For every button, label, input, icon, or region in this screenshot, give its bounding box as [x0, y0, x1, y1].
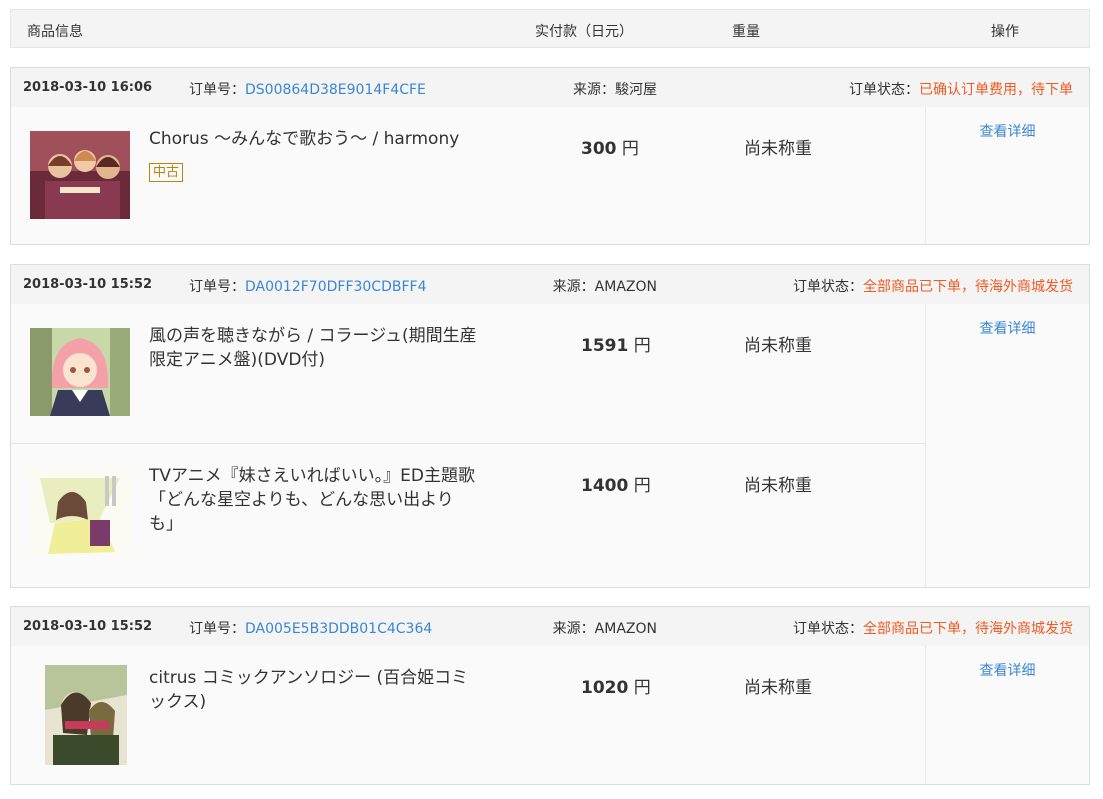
- order-status: 订单状态：全部商品已下单，待海外商城发货: [793, 618, 1073, 638]
- currency-label: 円: [633, 476, 651, 496]
- operation-column: 查看详细: [925, 304, 1089, 587]
- status-value: 全部商品已下单，待海外商城发货: [863, 621, 1073, 637]
- order-number-link[interactable]: DA005E5B3DDB01C4C364: [245, 621, 432, 637]
- product-image[interactable]: [30, 328, 130, 416]
- view-detail-link[interactable]: 查看详细: [926, 660, 1089, 680]
- list-item: TVアニメ『妹さえいればいい。』ED主題歌「どんな星空よりも、どんな思い出よりも…: [11, 443, 926, 582]
- order-number-label: 订单号：: [189, 82, 245, 98]
- list-item: 風の声を聴きながら / コラージュ(期間生産限定アニメ盤)(DVD付) 1591…: [11, 304, 926, 443]
- order-date: 2018-03-10 16:06: [23, 80, 153, 95]
- item-price: 300 円: [581, 134, 639, 159]
- item-price: 1400 円: [581, 471, 651, 496]
- table-header: 商品信息 实付款（日元） 重量 操作: [10, 9, 1090, 48]
- price-value: 1591: [581, 336, 629, 356]
- order-header: 2018-03-10 15:52 订单号：DA0012F70DFF30CDBFF…: [11, 265, 1089, 304]
- order-number-field: 订单号：DA005E5B3DDB01C4C364: [189, 618, 432, 638]
- order-body: citrus コミックアンソロジー (百合姫コミックス) 1020 円 尚未称重…: [11, 646, 1089, 784]
- condition-badge: 中古: [149, 163, 184, 182]
- order-body: Chorus ～みんなで歌おう～ / harmony 中古 300 円 尚未称重…: [11, 107, 1089, 244]
- product-image[interactable]: [45, 665, 127, 765]
- order-number-link[interactable]: DA0012F70DFF30CDBFF4: [245, 279, 426, 295]
- order-card: 2018-03-10 16:06 订单号：DS00864D38E9014F4CF…: [10, 67, 1090, 245]
- order-card: 2018-03-10 15:52 订单号：DA005E5B3DDB01C4C36…: [10, 606, 1090, 785]
- product-title[interactable]: 風の声を聴きながら / コラージュ(期間生産限定アニメ盤)(DVD付): [149, 324, 479, 372]
- order-body: 風の声を聴きながら / コラージュ(期間生産限定アニメ盤)(DVD付) 1591…: [11, 304, 1089, 587]
- source-value: AMAZON: [594, 621, 657, 637]
- source-value: 駿河屋: [615, 82, 657, 98]
- product-image[interactable]: [30, 131, 130, 219]
- status-label: 订单状态：: [849, 82, 919, 98]
- header-operation: 操作: [991, 24, 1019, 40]
- currency-label: 円: [633, 678, 651, 698]
- currency-label: 円: [621, 139, 639, 159]
- header-weight: 重量: [732, 24, 760, 40]
- status-label: 订单状态：: [793, 621, 863, 637]
- source-value: AMAZON: [594, 279, 657, 295]
- source-label: 来源：: [552, 621, 595, 637]
- item-weight: 尚未称重: [744, 139, 812, 159]
- header-payment: 实付款（日元）: [535, 24, 633, 40]
- price-value: 300: [581, 139, 617, 159]
- status-value: 已确认订单费用，待下单: [919, 82, 1073, 98]
- product-title[interactable]: Chorus ～みんなで歌おう～ / harmony: [149, 127, 479, 151]
- order-source: 来源：AMAZON: [553, 276, 657, 296]
- order-number-link[interactable]: DS00864D38E9014F4CFE: [245, 82, 426, 98]
- operation-column: 查看详细: [925, 107, 1089, 244]
- order-number-label: 订单号：: [189, 279, 245, 295]
- order-number-label: 订单号：: [189, 621, 245, 637]
- product-title[interactable]: citrus コミックアンソロジー (百合姫コミックス): [149, 666, 479, 714]
- order-source: 来源：AMAZON: [553, 618, 657, 638]
- price-value: 1400: [581, 476, 629, 496]
- order-card: 2018-03-10 15:52 订单号：DA0012F70DFF30CDBFF…: [10, 264, 1090, 588]
- item-price: 1020 円: [581, 673, 651, 698]
- source-label: 来源：: [552, 279, 595, 295]
- item-price: 1591 円: [581, 331, 651, 356]
- product-title[interactable]: TVアニメ『妹さえいればいい。』ED主題歌「どんな星空よりも、どんな思い出よりも…: [149, 464, 479, 536]
- product-image[interactable]: [30, 468, 130, 556]
- view-detail-link[interactable]: 查看详细: [926, 121, 1089, 141]
- status-label: 订单状态：: [793, 279, 863, 295]
- order-number-field: 订单号：DS00864D38E9014F4CFE: [189, 79, 426, 99]
- price-value: 1020: [581, 678, 629, 698]
- order-date: 2018-03-10 15:52: [23, 277, 153, 292]
- order-date: 2018-03-10 15:52: [23, 619, 153, 634]
- order-status: 订单状态：已确认订单费用，待下单: [849, 79, 1073, 99]
- view-detail-link[interactable]: 查看详细: [926, 318, 1089, 338]
- order-status: 订单状态：全部商品已下单，待海外商城发货: [793, 276, 1073, 296]
- item-weight: 尚未称重: [744, 336, 812, 356]
- source-label: 来源：: [573, 82, 615, 98]
- list-item: Chorus ～みんなで歌おう～ / harmony 中古 300 円 尚未称重: [11, 107, 926, 246]
- order-header: 2018-03-10 15:52 订单号：DA005E5B3DDB01C4C36…: [11, 607, 1089, 646]
- order-header: 2018-03-10 16:06 订单号：DS00864D38E9014F4CF…: [11, 68, 1089, 107]
- order-number-field: 订单号：DA0012F70DFF30CDBFF4: [189, 276, 426, 296]
- list-item: citrus コミックアンソロジー (百合姫コミックス) 1020 円 尚未称重: [11, 646, 926, 785]
- currency-label: 円: [633, 336, 651, 356]
- item-weight: 尚未称重: [744, 476, 812, 496]
- status-value: 全部商品已下单，待海外商城发货: [863, 279, 1073, 295]
- order-source: 来源：駿河屋: [573, 79, 657, 99]
- header-product-info: 商品信息: [27, 24, 83, 40]
- item-weight: 尚未称重: [744, 678, 812, 698]
- operation-column: 查看详细: [925, 646, 1089, 784]
